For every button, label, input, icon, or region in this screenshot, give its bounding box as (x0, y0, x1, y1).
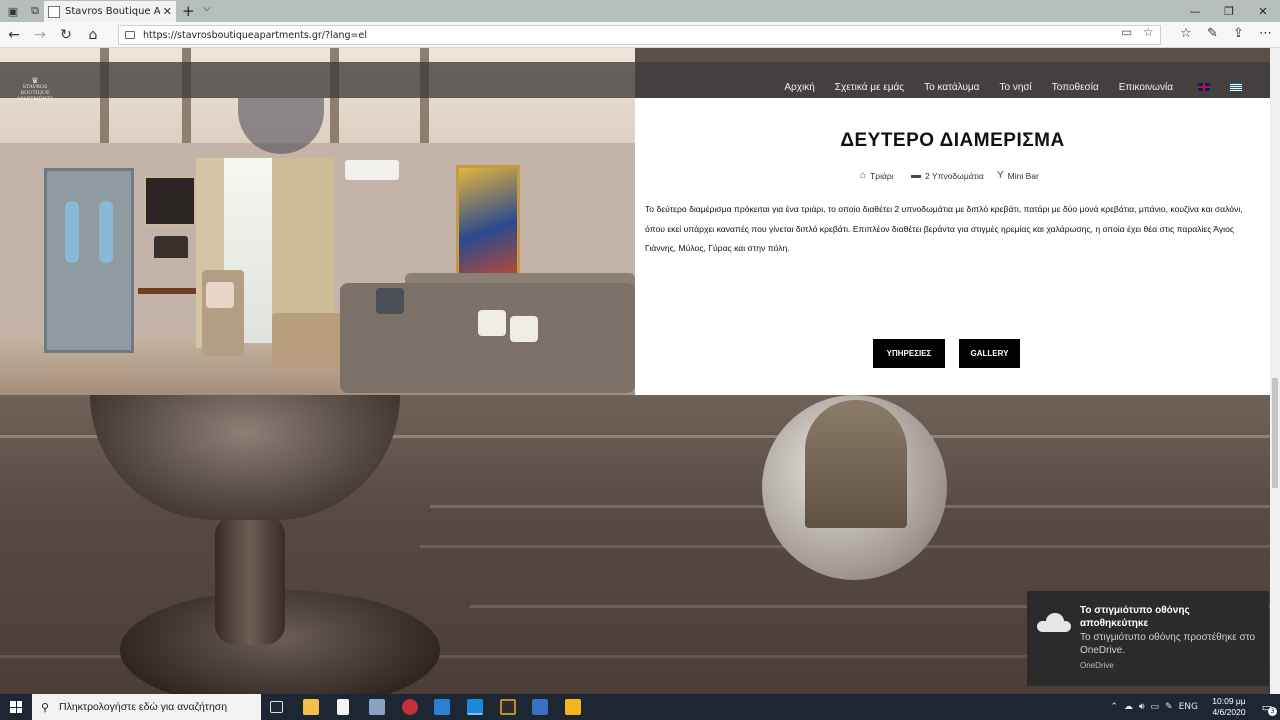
notification-body: Το στιγμιότυπο οθόνης προστέθηκε στο One… (1080, 632, 1256, 656)
nav-item-island[interactable]: Το νησί (999, 82, 1031, 93)
site-header: ♛ STAVROS BOUTIQUE APARTMENTS Αρχική Σχε… (0, 62, 1270, 102)
page-scrollbar[interactable] (1270, 48, 1280, 694)
clock[interactable]: 10:09 μμ 4/6/2020 (1208, 696, 1250, 718)
favorites-hub-icon[interactable]: ☆ (1180, 26, 1192, 41)
apartment-title: ΔΕΥΤΕΡΟ ΔΙΑΜΕΡΙΣΜΑ (840, 130, 1065, 151)
file-explorer-icon[interactable] (303, 699, 319, 715)
restore-button[interactable]: ❐ (1212, 0, 1246, 22)
task-view-icon[interactable] (270, 701, 283, 713)
apartment-photo (0, 48, 635, 395)
search-icon: ⚲ (41, 700, 50, 714)
amenity-rooms: ⌂ Τριάρι (860, 170, 894, 181)
nav-item-accommodation[interactable]: Το κατάλυμα (924, 82, 979, 93)
reading-view-icon[interactable]: ▭ (1121, 25, 1132, 39)
flag-uk-icon[interactable] (1198, 83, 1210, 91)
apartment-info-panel: ΔΕΥΤΕΡΟ ΔΙΑΜΕΡΙΣΜΑ ⌂ Τριάρι ▬ 2 Υπνοδωμά… (635, 98, 1270, 395)
favicon-icon (48, 5, 60, 18)
app-red-icon[interactable] (402, 699, 418, 715)
network-icon[interactable]: ▭ (1151, 702, 1160, 712)
mail-icon[interactable] (434, 699, 450, 715)
web-note-icon[interactable]: ✎ (1207, 26, 1218, 41)
language-indicator[interactable]: ENG (1179, 702, 1198, 712)
cloud-icon (1037, 613, 1071, 632)
minimize-button[interactable]: — (1178, 0, 1212, 22)
cocktail-icon: Y (997, 170, 1004, 181)
address-toolbar: ← → ↻ ⌂ https://stavrosboutiqueapartment… (0, 22, 1280, 48)
forward-button[interactable]: → (31, 26, 49, 44)
camera-icon[interactable] (369, 699, 385, 715)
apartment-description: Το δεύτερο διαμέρισμα πρόκειται για ένα … (645, 204, 1243, 253)
pen-icon[interactable]: ✎ (1165, 702, 1173, 712)
tab-actions-icon[interactable]: ▣ (4, 2, 22, 20)
browser-tab-bar: ▣ ⧉ Stavros Boutique Apartr ✕ + ⌵ — ❐ ✕ (0, 0, 1280, 22)
tab-close-icon[interactable]: ✕ (163, 5, 172, 18)
set-aside-tabs-icon[interactable]: ⧉ (26, 2, 44, 20)
search-placeholder: Πληκτρολογήστε εδώ για αναζήτηση (59, 701, 228, 713)
notification-source: OneDrive (1080, 661, 1114, 670)
app-yellow-icon[interactable] (565, 699, 581, 715)
home-icon: ⌂ (860, 170, 867, 181)
more-icon[interactable]: ⋯ (1259, 26, 1272, 41)
back-button[interactable]: ← (5, 26, 23, 44)
windows-logo-icon (10, 701, 22, 713)
amenity-label: Mini Bar (1007, 170, 1039, 181)
tab-title: Stavros Boutique Apartr (65, 6, 160, 17)
volume-icon[interactable]: 🔊︎ (1139, 702, 1145, 712)
new-tab-button[interactable]: + (182, 2, 195, 20)
amenity-bedrooms: ▬ 2 Υπνοδωμάτια (911, 170, 984, 181)
scrollbar-thumb[interactable] (1272, 378, 1278, 488)
services-button[interactable]: ΥΠΗΡΕΣΙΕΣ (873, 339, 945, 368)
chevron-up-icon[interactable]: ⌃ (1110, 702, 1118, 712)
nav-item-about[interactable]: Σχετικά με εμάς (835, 82, 904, 93)
close-window-button[interactable]: ✕ (1246, 0, 1280, 22)
app-dark-icon[interactable] (500, 699, 516, 715)
start-button[interactable] (0, 694, 32, 720)
bed-icon: ▬ (911, 170, 921, 181)
amenity-label: Τριάρι (870, 170, 894, 181)
nav-item-contact[interactable]: Επικοινωνία (1119, 82, 1173, 93)
favorite-star-icon[interactable]: ☆ (1143, 25, 1154, 39)
home-button[interactable]: ⌂ (84, 26, 102, 44)
tab-list-chevron-icon[interactable]: ⌵ (203, 3, 211, 14)
nav-item-home[interactable]: Αρχική (784, 82, 814, 93)
store-icon[interactable] (532, 699, 548, 715)
browser-tab[interactable]: Stavros Boutique Apartr ✕ (44, 1, 176, 22)
url-field[interactable]: https://stavrosboutiqueapartments.gr/?la… (118, 25, 1161, 45)
onedrive-cloud-icon[interactable]: ☁ (1124, 702, 1133, 712)
site-logo[interactable]: ♛ STAVROS BOUTIQUE APARTMENTS (10, 72, 60, 104)
logo-line2: APARTMENTS (16, 96, 54, 102)
gallery-button[interactable]: GALLERY (959, 339, 1020, 368)
main-nav: Αρχική Σχετικά με εμάς Το κατάλυμα Το νη… (764, 76, 1242, 98)
flag-greece-icon[interactable] (1230, 83, 1242, 91)
nav-item-location[interactable]: Τοποθεσία (1052, 82, 1099, 93)
amenity-minibar: Y Mini Bar (997, 170, 1039, 181)
notification-count: 3 (1268, 707, 1277, 716)
window-controls: — ❐ ✕ (1178, 0, 1280, 22)
notification-title: Το στιγμιότυπο οθόνης αποθηκεύτηκε (1080, 605, 1190, 629)
clock-date: 4/6/2020 (1212, 707, 1246, 717)
action-center-button[interactable]: ▭ 3 (1254, 694, 1280, 720)
system-tray: ⌃ ☁ 🔊︎ ▭ ✎ ENG 10:09 μμ 4/6/2020 ▭ 3 (1104, 694, 1280, 720)
share-icon[interactable]: ⇪ (1233, 26, 1244, 41)
amenity-label: 2 Υπνοδωμάτια (925, 170, 984, 181)
url-text: https://stavrosboutiqueapartments.gr/?la… (143, 29, 368, 41)
refresh-button[interactable]: ↻ (57, 26, 75, 44)
logo-line1: STAVROS BOUTIQUE (20, 84, 50, 96)
onedrive-notification[interactable]: Το στιγμιότυπο οθόνης αποθηκεύτηκε Το στ… (1027, 591, 1269, 686)
document-icon[interactable] (337, 699, 349, 715)
clock-time: 10:09 μμ (1212, 696, 1246, 706)
edge-browser-icon[interactable] (467, 699, 483, 715)
taskbar-search[interactable]: ⚲ Πληκτρολογήστε εδώ για αναζήτηση (32, 694, 261, 720)
windows-taskbar: ⚲ Πληκτρολογήστε εδώ για αναζήτηση ⌃ ☁ 🔊… (0, 694, 1280, 720)
lock-icon (125, 31, 135, 39)
